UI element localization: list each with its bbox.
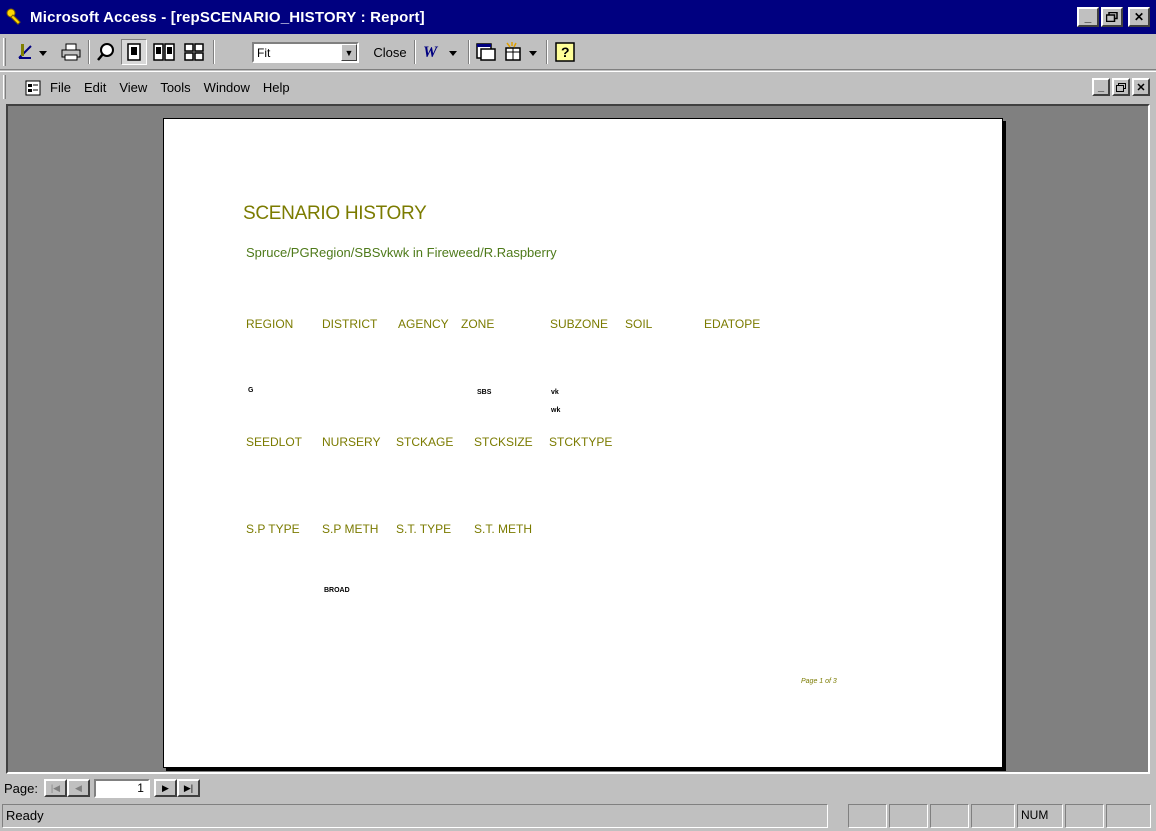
label-agency: AGENCY: [398, 317, 449, 331]
value-sp-meth: BROAD: [324, 587, 350, 594]
close-preview-label: Close: [373, 44, 407, 60]
first-page-button[interactable]: |◀: [43, 779, 67, 797]
value-zone: SBS: [477, 389, 492, 396]
status-panel-6: [1065, 804, 1104, 828]
label-stcksize: STCKSIZE: [474, 435, 533, 449]
help-button[interactable]: ?: [552, 39, 578, 65]
menu-window[interactable]: Window: [204, 80, 250, 95]
access-key-icon[interactable]: [4, 6, 26, 28]
status-panel-1: [848, 804, 887, 828]
zoom-select[interactable]: Fit ▼: [252, 42, 359, 63]
report-subtitle: Spruce/PGRegion/SBSvkwk in Fireweed/R.Ra…: [246, 245, 557, 260]
close-window-button[interactable]: ✕: [1128, 7, 1150, 27]
num-lock-indicator: NUM: [1017, 804, 1063, 828]
page-number-footer: Page 1 of 3: [801, 678, 837, 685]
close-preview-button[interactable]: Close: [369, 39, 411, 65]
zoom-select-value: Fit: [257, 45, 271, 60]
label-sp-type: S.P TYPE: [246, 522, 300, 536]
one-page-button[interactable]: [121, 39, 147, 65]
svg-text:W: W: [423, 44, 439, 61]
status-text: Ready: [2, 804, 828, 828]
toolbar-separator: [468, 40, 470, 64]
next-page-button[interactable]: ▶: [153, 779, 177, 797]
svg-text:?: ?: [561, 44, 570, 60]
chevron-down-icon[interactable]: ▼: [341, 44, 357, 61]
report-title: SCENARIO HISTORY: [243, 203, 427, 224]
label-edatope: EDATOPE: [704, 317, 761, 331]
help-icon: ?: [555, 42, 575, 62]
menu-file[interactable]: File: [50, 80, 71, 95]
status-panel-2: [889, 804, 928, 828]
report-icon[interactable]: [25, 80, 41, 96]
label-seedlot: SEEDLOT: [246, 435, 303, 449]
toolbar-separator: [414, 40, 416, 64]
page-number-input[interactable]: 1: [93, 778, 150, 798]
multiple-pages-button[interactable]: [181, 39, 207, 65]
two-pages-icon: [153, 43, 175, 61]
status-bar: Ready NUM: [0, 802, 1156, 831]
two-pages-button[interactable]: [151, 39, 177, 65]
value-subzone: vk: [551, 389, 559, 396]
print-preview-toolbar: Fit ▼ Close W ?: [0, 34, 1156, 70]
database-window-icon: [476, 43, 496, 61]
page-navigation: Page: |◀ ◀ 1 ▶ ▶|: [0, 776, 1156, 800]
maximize-button[interactable]: [1101, 7, 1123, 27]
doc-restore-button[interactable]: [1112, 78, 1130, 96]
magnifier-icon: [97, 43, 114, 61]
window-title: Microsoft Access - [repSCENARIO_HISTORY …: [30, 8, 425, 26]
label-district: DISTRICT: [322, 317, 378, 331]
status-panel-7: [1106, 804, 1151, 828]
last-page-button[interactable]: ▶|: [176, 779, 200, 797]
menu-edit[interactable]: Edit: [84, 80, 106, 95]
doc-close-button[interactable]: ✕: [1132, 78, 1150, 96]
zoom-button[interactable]: [93, 39, 119, 65]
label-st-meth: S.T. METH: [474, 522, 533, 536]
office-links-button[interactable]: W: [419, 39, 463, 65]
toolbar-grip[interactable]: [3, 38, 6, 66]
title-bar: Microsoft Access - [repSCENARIO_HISTORY …: [0, 0, 1156, 34]
label-soil: SOIL: [625, 317, 653, 331]
status-panel-4: [971, 804, 1015, 828]
one-page-icon: [127, 43, 141, 61]
printer-icon: [61, 43, 81, 61]
doc-minimize-button[interactable]: _: [1092, 78, 1110, 96]
menu-grip[interactable]: [3, 75, 6, 99]
new-object-icon: [505, 42, 537, 61]
print-button[interactable]: [58, 39, 84, 65]
label-stcktype: STCKTYPE: [549, 435, 613, 449]
report-page[interactable]: SCENARIO HISTORY Spruce/PGRegion/SBSvkwk…: [163, 118, 1003, 768]
report-workspace: SCENARIO HISTORY Spruce/PGRegion/SBSvkwk…: [6, 104, 1150, 774]
view-button[interactable]: [14, 39, 52, 65]
label-stckage: STCKAGE: [396, 435, 454, 449]
label-sp-meth: S.P METH: [322, 522, 379, 536]
toolbar-separator: [213, 40, 215, 64]
previous-page-button[interactable]: ◀: [66, 779, 90, 797]
design-view-icon: [18, 44, 47, 59]
office-links-icon: W: [423, 44, 457, 61]
page-label: Page:: [4, 780, 38, 796]
label-nursery: NURSERY: [322, 435, 381, 449]
status-panel-3: [930, 804, 969, 828]
toolbar-separator: [88, 40, 90, 64]
label-region: REGION: [246, 317, 294, 331]
value-region: G: [248, 387, 254, 394]
label-subzone: SUBZONE: [550, 317, 609, 331]
toolbar-separator: [546, 40, 548, 64]
menu-view[interactable]: View: [119, 80, 147, 95]
value-subzone-2: wk: [551, 407, 561, 414]
minimize-button[interactable]: _: [1077, 7, 1099, 27]
new-object-button[interactable]: [501, 39, 541, 65]
database-window-button[interactable]: [473, 39, 499, 65]
menu-help[interactable]: Help: [263, 80, 290, 95]
horizontal-scrollbar[interactable]: [206, 779, 1154, 797]
multiple-pages-icon: [184, 43, 204, 61]
label-st-type: S.T. TYPE: [396, 522, 452, 536]
menu-bar: File Edit View Tools Window Help _ ✕: [0, 71, 1156, 103]
label-zone: ZONE: [461, 317, 495, 331]
menu-tools[interactable]: Tools: [160, 80, 190, 95]
